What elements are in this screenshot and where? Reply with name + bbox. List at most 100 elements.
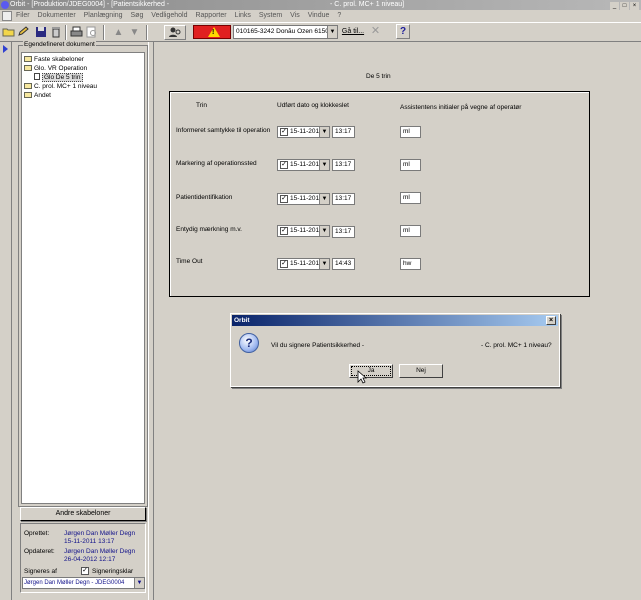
- patient-warning-button[interactable]: !: [193, 25, 231, 39]
- chevron-down-icon[interactable]: ▼: [319, 160, 329, 170]
- cancel-icon[interactable]: ✕: [368, 24, 383, 39]
- confirm-dialog: Orbit × ? Vil du signere Patientsikkerhe…: [230, 313, 560, 387]
- col-header-initials: Assistentens initialer på vegne af opera…: [400, 104, 522, 111]
- document-tree: Faste skabeloner Glo. VR Operation Glo D…: [21, 52, 145, 504]
- tree-item-glo-vr-operation[interactable]: Glo. VR Operation: [24, 64, 87, 73]
- time-field[interactable]: 13:17: [332, 126, 355, 138]
- row-checkbox[interactable]: ✓: [280, 195, 288, 203]
- menu-bar: Filer Dokumenter Planlægning Søg Vedlige…: [0, 10, 641, 22]
- menu-planlaegning[interactable]: Planlægning: [84, 12, 123, 19]
- initials-field[interactable]: hw: [400, 258, 421, 270]
- goto-button[interactable]: Gå til...: [341, 25, 365, 39]
- row-checkbox[interactable]: ✓: [280, 161, 288, 169]
- time-field[interactable]: 14:43: [332, 258, 355, 270]
- initials-field[interactable]: ml: [400, 159, 421, 171]
- step-label: Patientidentifikation: [176, 194, 233, 201]
- dialog-close-button[interactable]: ×: [546, 316, 556, 325]
- edit-icon[interactable]: [16, 25, 31, 40]
- dialog-title: Orbit: [234, 317, 250, 324]
- created-label: Oprettet:: [24, 530, 50, 537]
- updated-date: 26-04-2012 12:17: [64, 556, 116, 563]
- date-picker[interactable]: ✓ 15-11-2011 ▼: [277, 193, 330, 205]
- folder-open-icon: [24, 65, 32, 71]
- folder-icon: [24, 56, 32, 62]
- row-checkbox[interactable]: ✓: [280, 227, 288, 235]
- minimize-button[interactable]: _: [610, 2, 619, 10]
- mdi-document-icon[interactable]: [2, 11, 12, 21]
- created-date: 15-11-2011 13:17: [64, 538, 115, 545]
- chevron-down-icon[interactable]: ▼: [319, 226, 329, 236]
- vertical-splitter[interactable]: [148, 42, 154, 600]
- yes-button[interactable]: Ja: [349, 364, 393, 378]
- other-templates-button[interactable]: Andre skabeloner: [20, 507, 146, 521]
- folder-icon: [24, 92, 32, 98]
- question-icon: ?: [239, 333, 259, 353]
- menu-help[interactable]: ?: [337, 12, 341, 19]
- chevron-down-icon[interactable]: ▼: [319, 259, 329, 269]
- menu-system[interactable]: System: [259, 12, 282, 19]
- menu-soeg[interactable]: Søg: [131, 12, 144, 19]
- tree-item-faste-skabeloner[interactable]: Faste skabeloner: [24, 55, 84, 64]
- person-search-icon[interactable]: [164, 25, 186, 40]
- initials-field[interactable]: ml: [400, 192, 421, 204]
- tree-item-c-prol[interactable]: C. prol. MC+ 1 niveau: [24, 82, 97, 91]
- toolbar-separator: [65, 25, 67, 40]
- left-collapse-strip[interactable]: [0, 42, 12, 600]
- menu-dokumenter[interactable]: Dokumenter: [38, 12, 76, 19]
- expand-arrow-icon[interactable]: [3, 45, 8, 53]
- print-preview-icon[interactable]: [84, 25, 99, 40]
- document-icon: [34, 73, 40, 80]
- dialog-message-right: - C. prol. MC+ 1 niveau?: [481, 342, 552, 349]
- row-checkbox[interactable]: ✓: [280, 128, 288, 136]
- signer-select[interactable]: Jørgen Dan Møller Degn - JDEG0004 ▼: [22, 577, 145, 589]
- step-label: Informeret samtykke til operation: [176, 127, 271, 134]
- initials-field[interactable]: ml: [400, 126, 421, 138]
- tree-item-andet[interactable]: Andet: [24, 91, 51, 100]
- mouse-cursor-icon: [357, 370, 367, 384]
- row-checkbox[interactable]: ✓: [280, 260, 288, 268]
- window-title: Orbit - [Produktion/JDEG0004] - [Patient…: [10, 1, 170, 8]
- open-folder-icon[interactable]: [1, 25, 16, 40]
- down-arrow-icon[interactable]: ▼: [127, 25, 142, 40]
- date-picker[interactable]: ✓ 15-11-2011 ▼: [277, 258, 330, 270]
- initials-field[interactable]: ml: [400, 225, 421, 237]
- tree-item-glo-de-5-trin[interactable]: Glo De 5 trin: [34, 73, 83, 82]
- menu-rapporter[interactable]: Rapporter: [195, 12, 226, 19]
- chevron-down-icon[interactable]: ▼: [319, 127, 329, 137]
- time-field[interactable]: 13:17: [332, 193, 355, 205]
- date-picker[interactable]: ✓ 15-11-2011 ▼: [277, 126, 330, 138]
- toolbar-separator: [146, 25, 148, 40]
- menu-links[interactable]: Links: [235, 12, 251, 19]
- save-icon[interactable]: [33, 25, 48, 40]
- sign-ready-checkbox[interactable]: ✓: [81, 567, 89, 575]
- up-arrow-icon[interactable]: ▲: [111, 25, 126, 40]
- chevron-down-icon[interactable]: ▼: [319, 194, 329, 204]
- signed-by-label: Signeres af: [24, 568, 57, 575]
- date-picker[interactable]: ✓ 15-11-2011 ▼: [277, 159, 330, 171]
- title-bar: Orbit - [Produktion/JDEG0004] - [Patient…: [0, 0, 641, 10]
- col-header-step: Trin: [196, 102, 207, 109]
- patient-select[interactable]: 010165-3242 Donău Ozen 6150 ▼: [233, 25, 338, 39]
- help-icon[interactable]: ?: [396, 24, 410, 39]
- chevron-down-icon[interactable]: ▼: [327, 26, 337, 38]
- patient-select-value: 010165-3242 Donău Ozen 6150: [236, 28, 329, 35]
- print-icon[interactable]: [69, 25, 84, 40]
- menu-vis[interactable]: Vis: [290, 12, 300, 19]
- step-label: Markering af operationssted: [176, 160, 257, 167]
- maximize-button[interactable]: □: [620, 2, 629, 10]
- delete-icon[interactable]: [48, 25, 63, 40]
- step-label: Entydig mærkning m.v.: [176, 226, 242, 233]
- no-button[interactable]: Nej: [399, 364, 443, 378]
- menu-vedligehold[interactable]: Vedligehold: [151, 12, 187, 19]
- date-picker[interactable]: ✓ 15-11-2011 ▼: [277, 225, 330, 237]
- time-field[interactable]: 13:17: [332, 226, 355, 238]
- menu-filer[interactable]: Filer: [16, 12, 30, 19]
- chevron-down-icon[interactable]: ▼: [134, 578, 144, 588]
- updated-by: Jørgen Dan Møller Degn: [64, 548, 136, 555]
- close-button[interactable]: ×: [630, 2, 639, 10]
- window-title-right: - C. prol. MC+ 1 niveau]: [330, 1, 405, 8]
- tree-legend: Egendefineret dokument: [23, 41, 96, 48]
- time-field[interactable]: 13:17: [332, 159, 355, 171]
- app-icon: [1, 1, 9, 9]
- menu-vindue[interactable]: Vindue: [308, 12, 330, 19]
